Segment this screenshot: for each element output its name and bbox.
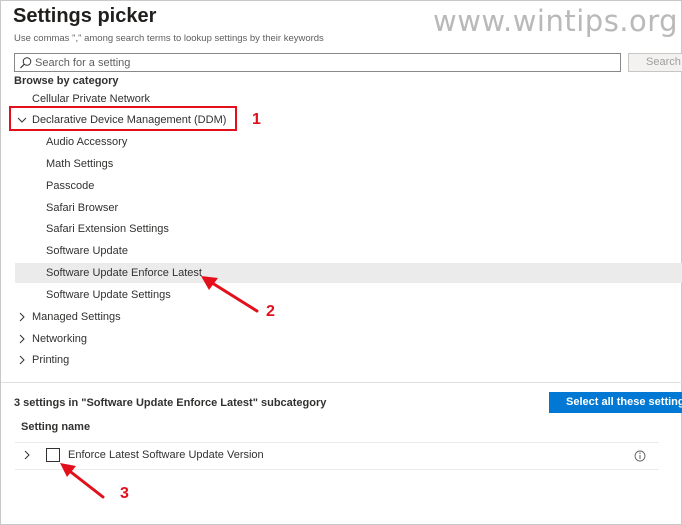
chevron-right-icon[interactable] [17, 334, 27, 344]
chevron-right-icon[interactable] [17, 312, 27, 322]
tree-item-label: Cellular Private Network [32, 93, 150, 105]
chevron-right-icon[interactable] [22, 450, 32, 460]
tree-item-networking[interactable]: Networking [32, 329, 87, 349]
search-icon [20, 57, 32, 69]
tree-item-label: Managed Settings [32, 311, 121, 323]
tree-item-audio-accessory[interactable]: Audio Accessory [46, 132, 127, 152]
column-header-setting-name: Setting name [21, 421, 91, 433]
page-subtitle: Use commas "," among search terms to loo… [14, 33, 324, 44]
tree-item-printing[interactable]: Printing [32, 350, 69, 370]
tree-item-label: Networking [32, 333, 88, 345]
tree-item-label: Passcode [46, 180, 95, 192]
search-button[interactable]: Search [628, 53, 682, 72]
browse-heading: Browse by category [14, 75, 119, 87]
header-divider [15, 442, 659, 443]
tree-item-safari-extension-settings[interactable]: Safari Extension Settings [46, 219, 169, 239]
annotation-step-1: 1 [252, 111, 261, 128]
tree-item-label: Software Update Enforce Latest [46, 267, 202, 279]
annotation-step-3: 3 [120, 485, 129, 502]
select-all-button[interactable]: Select all these settings [549, 392, 682, 413]
annotation-highlight-box [9, 106, 237, 131]
tree-item-software-update-enforce-latest[interactable]: Software Update Enforce Latest [15, 263, 682, 283]
page-title: Settings picker [13, 5, 157, 27]
search-input[interactable] [35, 55, 605, 70]
tree-item-label: Safari Browser [46, 202, 119, 214]
results-count: 3 settings in "Software Update Enforce L… [14, 397, 327, 409]
tree-item-label: Math Settings [46, 158, 114, 170]
tree-item-label: Software Update [46, 245, 128, 257]
tree-item-label: Printing [32, 354, 70, 366]
tree-item-label: Software Update Settings [46, 289, 171, 301]
annotation-step-2: 2 [266, 303, 275, 320]
tree-item-software-update[interactable]: Software Update [46, 241, 128, 261]
info-icon[interactable] [634, 450, 646, 462]
section-divider [1, 382, 682, 383]
watermark: www.wintips.org [433, 4, 679, 38]
tree-item-label: Safari Extension Settings [46, 223, 169, 235]
annotation-arrow-3 [60, 463, 105, 499]
tree-item-managed-settings[interactable]: Managed Settings [32, 307, 121, 327]
annotation-arrow-2 [201, 276, 259, 313]
tree-item-software-update-settings[interactable]: Software Update Settings [46, 285, 171, 305]
chevron-right-icon[interactable] [17, 355, 27, 365]
tree-item-passcode[interactable]: Passcode [46, 176, 94, 196]
tree-item-safari-browser[interactable]: Safari Browser [46, 198, 118, 218]
settings-picker-panel: { "header": { "title": "Settings picker"… [0, 0, 682, 525]
search-field[interactable] [14, 53, 621, 72]
tree-item-label: Audio Accessory [46, 136, 128, 148]
row-divider [15, 469, 659, 470]
tree-item-math-settings[interactable]: Math Settings [46, 154, 113, 174]
